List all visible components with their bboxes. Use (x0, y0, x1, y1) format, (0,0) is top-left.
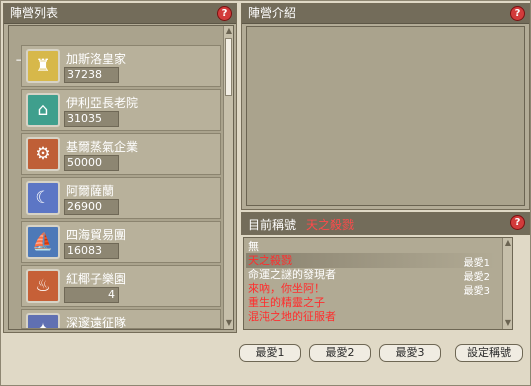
favorite-1-button[interactable]: 最愛1 (239, 344, 301, 362)
scroll-up-icon[interactable]: ▲ (503, 238, 513, 248)
faction-name: 四海貿易團 (66, 228, 127, 242)
faction-list-titlebar: 陣營列表 ? (4, 4, 236, 24)
compass-icon: ✦ (26, 313, 60, 328)
faction-score: 16083 (64, 243, 119, 259)
faction-score: 31035 (64, 111, 119, 127)
scroll-down-icon[interactable]: ▼ (224, 318, 234, 328)
faction-list-inner: −國家 ♜ 加斯洛皇家 37238 ⌂ 伊利亞長老院 31035 ⚙ 基爾蒸氣企… (8, 25, 234, 330)
shield-icon: ♜ (26, 49, 60, 83)
faction-score: 50000 (64, 155, 119, 171)
faction-item[interactable]: ⛵ 四海貿易團 16083 (21, 221, 221, 263)
favorite-label: 最愛2 (463, 272, 490, 283)
faction-name: 基爾蒸氣企業 (66, 140, 139, 154)
faction-name: 阿爾薩蘭 (66, 184, 115, 198)
favorite-label: 最愛3 (463, 286, 490, 297)
faction-intro-titlebar: 陣營介紹 ? (242, 4, 529, 24)
faction-name: 加斯洛皇家 (66, 52, 127, 66)
help-icon[interactable]: ? (510, 6, 525, 21)
faction-score: 26900 (64, 199, 119, 215)
scroll-thumb[interactable] (225, 38, 232, 96)
faction-window: 陣營列表 ? −國家 ♜ 加斯洛皇家 37238 ⌂ 伊利亞長老院 31035 … (0, 0, 531, 386)
faction-item[interactable]: ✦ 深邃遠征隊 (21, 309, 221, 329)
faction-list-title: 陣營列表 (10, 6, 59, 20)
faction-score: 37238 (64, 67, 119, 83)
temple-icon: ⌂ (26, 93, 60, 127)
scroll-up-icon[interactable]: ▲ (224, 26, 234, 36)
faction-intro-panel: 陣營介紹 ? (241, 3, 530, 210)
faction-list-panel: 陣營列表 ? −國家 ♜ 加斯洛皇家 37238 ⌂ 伊利亞長老院 31035 … (3, 3, 237, 333)
gear-icon: ⚙ (26, 137, 60, 171)
title-item[interactable]: 混沌之地的征服者 (248, 310, 336, 324)
current-title-label: 目前稱號 (248, 218, 297, 232)
faction-score: 4 (64, 287, 119, 303)
help-icon[interactable]: ? (510, 215, 525, 230)
faction-item[interactable]: ⚙ 基爾蒸氣企業 50000 (21, 133, 221, 175)
faction-intro-title: 陣營介紹 (248, 6, 297, 20)
favorite-label: 最愛1 (463, 258, 490, 269)
title-item[interactable]: 重生的精靈之子 (248, 296, 325, 310)
fire-icon: ♨ (26, 269, 60, 303)
faction-list-scrollbar[interactable]: ▲ ▼ (223, 26, 233, 329)
title-item[interactable]: 天之殺戮 (248, 254, 292, 268)
current-title-value: 天之殺戮 (306, 218, 355, 232)
title-item[interactable]: 來吶，你坐阿！ (248, 282, 325, 296)
favorite-3-button[interactable]: 最愛3 (379, 344, 441, 362)
faction-item[interactable]: ☾ 阿爾薩蘭 26900 (21, 177, 221, 219)
help-icon[interactable]: ? (217, 6, 232, 21)
scroll-down-icon[interactable]: ▼ (503, 318, 513, 328)
title-item[interactable]: 命運之謎的發現者 (248, 268, 336, 282)
current-title-bar: 目前稱號 天之殺戮 ? (241, 212, 530, 235)
faction-name: 紅椰子樂園 (66, 272, 127, 286)
faction-name: 深邃遠征隊 (66, 316, 127, 329)
faction-name: 伊利亞長老院 (66, 96, 139, 110)
set-title-button[interactable]: 設定稱號 (455, 344, 523, 362)
faction-item[interactable]: ♨ 紅椰子樂園 4 (21, 265, 221, 307)
faction-item[interactable]: ⌂ 伊利亞長老院 31035 (21, 89, 221, 131)
title-list: 無 天之殺戮 最愛1 命運之謎的發現者 最愛2 來吶，你坐阿！ 最愛3 重生的精… (243, 237, 513, 330)
favorite-2-button[interactable]: 最愛2 (309, 344, 371, 362)
faction-intro-content (246, 26, 525, 206)
moon-icon: ☾ (26, 181, 60, 215)
title-item[interactable]: 無 (248, 240, 259, 254)
ship-icon: ⛵ (26, 225, 60, 259)
faction-item[interactable]: ♜ 加斯洛皇家 37238 (21, 45, 221, 87)
title-list-scrollbar[interactable]: ▲ ▼ (502, 238, 512, 329)
